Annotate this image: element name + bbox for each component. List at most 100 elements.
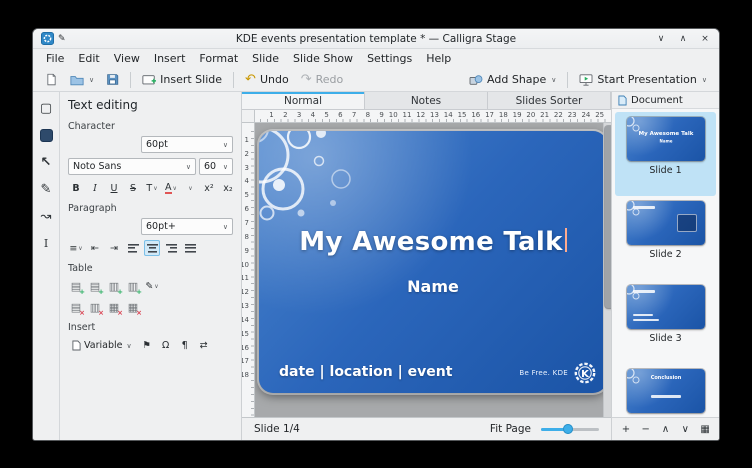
insert-variable-button[interactable]: Variable ∨ [68, 337, 136, 354]
zoom-mode-label[interactable]: Fit Page [490, 423, 531, 435]
tab-slides-sorter[interactable]: Slides Sorter [488, 92, 611, 109]
insert-slide-button[interactable]: Insert Slide [137, 71, 227, 88]
variable-label: Variable [84, 340, 122, 351]
menu-insert[interactable]: Insert [147, 51, 193, 66]
shape-selection-tool[interactable]: ▢ [35, 97, 57, 119]
start-presentation-button[interactable]: Start Presentation ∨ [574, 71, 712, 88]
scrollbar-thumb[interactable] [605, 126, 611, 308]
zoom-slider[interactable] [541, 423, 599, 435]
align-justify-button[interactable] [182, 240, 198, 256]
undo-button[interactable]: ↶ Undo [240, 71, 294, 88]
vruler-number: 15 [242, 330, 249, 339]
align-center-button[interactable] [144, 240, 160, 256]
formatting-marks-button[interactable]: ¶ [177, 338, 193, 354]
character-style-combo[interactable]: 60pt ∨ [141, 136, 233, 153]
tab-normal[interactable]: Normal [242, 92, 365, 109]
slide-footer-text[interactable]: date | location | event [279, 364, 452, 380]
menu-settings[interactable]: Settings [360, 51, 419, 66]
change-case-button[interactable]: T∨ [144, 180, 160, 196]
tab-notes[interactable]: Notes [365, 92, 488, 109]
delete-column-button[interactable]: ▥× [87, 299, 103, 315]
merge-cells-button[interactable]: ▦× [106, 299, 122, 315]
minimize-button[interactable]: ∨ [655, 33, 667, 45]
insert-row-below-button[interactable]: ▤+ [87, 278, 103, 294]
open-folder-icon [70, 74, 84, 86]
menu-edit[interactable]: Edit [71, 51, 106, 66]
increase-indent-button[interactable]: ⇥ [106, 240, 122, 256]
save-button[interactable] [101, 71, 124, 88]
move-slide-down-button[interactable]: ∨ [677, 421, 693, 437]
redo-button[interactable]: ↷ Redo [296, 71, 349, 88]
slide-thumbnail-item[interactable]: ConclusionSlide 4 [615, 364, 716, 417]
add-shape-button[interactable]: Add Shape ∨ [464, 71, 561, 88]
interaction-tool[interactable]: ↖ [35, 151, 57, 173]
path-editing-tool[interactable]: ↝ [35, 205, 57, 227]
insert-special-character-button[interactable]: Ω [158, 338, 174, 354]
table-buttons-row-2: ▤×▥×▦×▦× [68, 299, 233, 315]
pencil-tool[interactable]: ✎ [35, 178, 57, 200]
move-slide-up-button[interactable]: ∧ [658, 421, 674, 437]
align-right-button[interactable] [163, 240, 179, 256]
open-document-button[interactable]: ∨ [65, 72, 99, 88]
insert-column-right-button[interactable]: ▥+ [125, 278, 141, 294]
table-border-pen-button[interactable]: ✎∨ [144, 278, 160, 294]
thumb-text-bar [633, 206, 655, 209]
vertical-ruler[interactable]: 123456789101112131415161718 [242, 123, 255, 417]
maximize-button[interactable]: ∧ [677, 33, 689, 45]
slide-thumbnail-item[interactable]: Slide 3 [615, 280, 716, 364]
subscript-button[interactable]: x₂ [220, 180, 236, 196]
vertical-scrollbar[interactable] [603, 123, 611, 417]
menu-help[interactable]: Help [419, 51, 458, 66]
horizontal-ruler[interactable]: 1234567891011121314151617181920212223242… [255, 110, 611, 122]
thumb-bubbles-decoration [627, 201, 647, 221]
delete-row-button[interactable]: ▤× [68, 299, 84, 315]
slide-thumbnail-item[interactable]: Slide 2 [615, 196, 716, 280]
underline-button[interactable]: U [106, 180, 122, 196]
new-document-button[interactable] [40, 71, 63, 88]
slide-title-text[interactable]: My Awesome Talk [259, 227, 607, 257]
bold-button[interactable]: B [68, 180, 84, 196]
font-family-combo[interactable]: Noto Sans ∨ [68, 158, 196, 175]
superscript-button[interactable]: x² [201, 180, 217, 196]
highlight-color-button[interactable]: ∨ [182, 180, 198, 196]
paragraph-style-combo[interactable]: 60pt+ ∨ [141, 218, 233, 235]
text-cursor-tool[interactable]: I [35, 232, 57, 254]
slide-canvas-area[interactable]: My Awesome Talk Name date | location | e… [255, 123, 611, 417]
menu-slide-show[interactable]: Slide Show [286, 51, 360, 66]
slide-editing-surface[interactable]: My Awesome Talk Name date | location | e… [259, 131, 607, 393]
align-left-button[interactable] [125, 240, 141, 256]
italic-button[interactable]: I [87, 180, 103, 196]
add-slide-button[interactable]: + [618, 421, 634, 437]
vruler-number: 13 [242, 302, 249, 311]
thumb-content-box [677, 214, 697, 232]
delete-slide-button[interactable]: − [638, 421, 654, 437]
insert-bookmark-button[interactable]: ⚑ [139, 338, 155, 354]
slide-layout-button[interactable]: ▦ [697, 421, 713, 437]
insert-column-left-button[interactable]: ▥+ [106, 278, 122, 294]
change-case-icon: T [146, 183, 152, 194]
slide-thumb [627, 201, 705, 245]
hruler-number: 14 [439, 110, 453, 122]
font-color-button[interactable]: A∨ [163, 180, 179, 196]
toolbox: ▢ ↖ ✎ ↝ I [33, 92, 60, 440]
zoom-slider-handle[interactable] [563, 424, 573, 434]
insert-row-above-button[interactable]: ▤+ [68, 278, 84, 294]
list-style-button[interactable]: ≡∨ [68, 240, 84, 256]
menu-file[interactable]: File [39, 51, 71, 66]
font-size-combo[interactable]: 60 ∨ [199, 158, 233, 175]
strikethrough-button[interactable]: S [125, 180, 141, 196]
text-direction-button[interactable]: ⇄ [196, 338, 212, 354]
menu-view[interactable]: View [107, 51, 147, 66]
insert-slide-icon [142, 74, 156, 86]
menu-format[interactable]: Format [192, 51, 245, 66]
chevron-down-icon: ∨ [89, 76, 94, 84]
text-editing-tool[interactable] [35, 124, 57, 146]
split-cells-button[interactable]: ▦× [125, 299, 141, 315]
slide-subtitle-text[interactable]: Name [259, 277, 607, 296]
close-button[interactable]: × [699, 33, 711, 45]
slide-thumbnail-item[interactable]: My Awesome TalkNameSlide 1 [615, 112, 716, 196]
title-bar[interactable]: KDE events presentation template * — Cal… [33, 29, 719, 49]
menu-slide[interactable]: Slide [245, 51, 286, 66]
thumb-title: Conclusion [627, 375, 705, 381]
decrease-indent-button[interactable]: ⇤ [87, 240, 103, 256]
